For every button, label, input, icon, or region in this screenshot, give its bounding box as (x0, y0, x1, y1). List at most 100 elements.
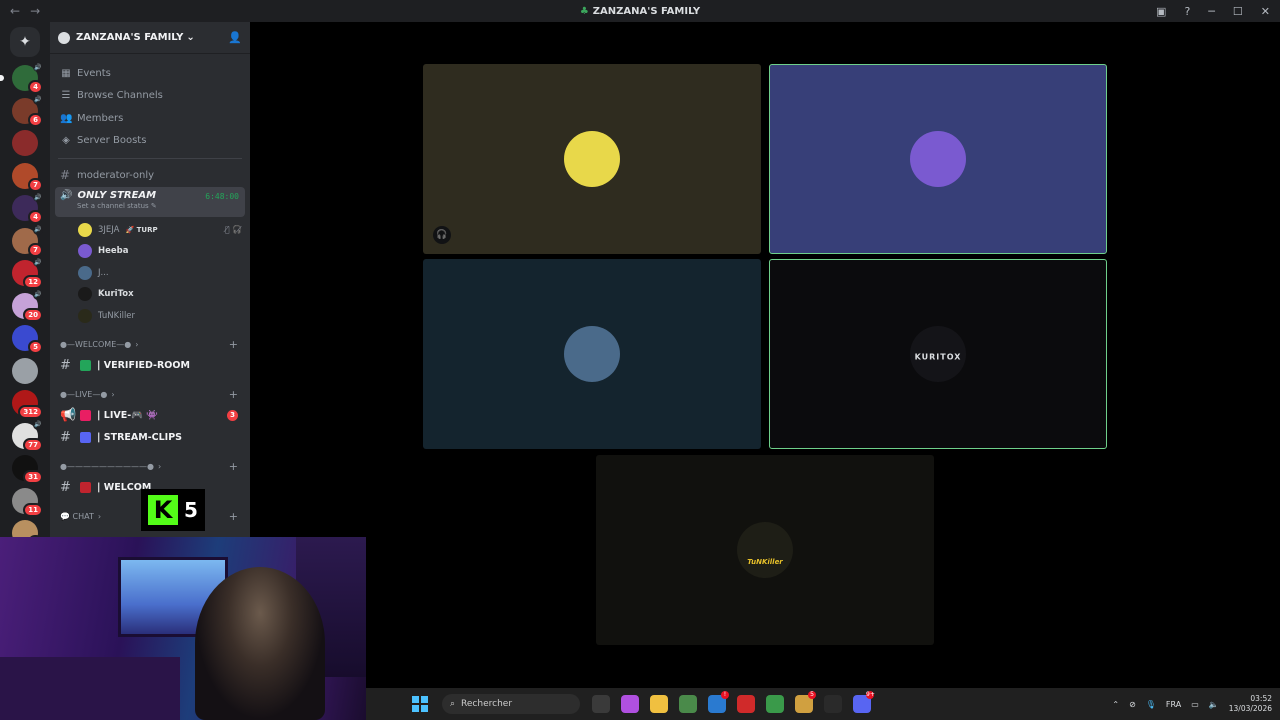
avatar-logo-text: KURITOX (914, 352, 962, 362)
text-channel[interactable]: 📢 | LIVE-🎮 👾 3 (50, 405, 250, 427)
chrome-app-3-icon[interactable]: 5 (795, 691, 816, 713)
server-icon[interactable]: 🔊 4 (0, 62, 43, 94)
menu-server-boosts[interactable]: ◈ Server Boosts (50, 130, 250, 153)
window-title: ♣ ZANZANA'S FAMILY (0, 6, 1280, 17)
heeba-tile[interactable] (769, 64, 1107, 254)
video-stage: 🎧 KURITOX TuNKiller (250, 22, 1280, 688)
category-header[interactable]: ●——————————● › + (50, 457, 250, 477)
channel-status-link[interactable]: Set a channel status ✎ (77, 202, 240, 210)
mention-badge: 11 (23, 502, 43, 517)
user-name: KuriTox (98, 289, 134, 300)
chrome-app-2-icon[interactable] (766, 695, 784, 713)
obs-app-icon[interactable] (824, 695, 842, 713)
camera-off-icon[interactable]: ⊘ (1129, 700, 1136, 709)
category-header[interactable]: ●—WELCOME—● › + (50, 335, 250, 355)
taskbar-search[interactable]: ⌕ Rechercher (442, 694, 580, 714)
server-icon[interactable]: 🔊 7 (12, 224, 43, 257)
add-channel-icon[interactable]: + (229, 460, 238, 473)
hash-icon: # (60, 358, 71, 373)
text-channel[interactable]: # | STREAM-CLIPS (50, 427, 250, 449)
participant-avatar (910, 131, 966, 187)
microphone-icon[interactable]: 🎙 (1146, 700, 1156, 709)
server-icon[interactable] (12, 130, 38, 156)
back-arrow-icon[interactable]: ← (10, 4, 20, 18)
mention-badge: 7 (28, 177, 43, 192)
windows-start-icon[interactable] (412, 696, 428, 712)
server-icon[interactable]: 11 (12, 487, 43, 517)
participant-avatar (737, 522, 793, 578)
copilot-app-icon[interactable] (621, 695, 639, 713)
taskbar-apps: ! 5 9+ (592, 691, 875, 713)
volume-icon[interactable]: 🔈 (1209, 700, 1219, 709)
chrome-app-icon[interactable] (679, 695, 697, 713)
speaker-icon: 🔊 (33, 289, 43, 300)
system-tray: ⌃ ⊘ 🎙 FRA ▭ 🔈 03:52 13/03/2026 (1112, 688, 1272, 720)
store-app-icon[interactable]: ! (708, 691, 729, 713)
kuritox-tile[interactable]: KURITOX (769, 259, 1107, 449)
server-icon[interactable]: 🔊 6 (12, 94, 43, 127)
clock[interactable]: 03:52 13/03/2026 (1229, 694, 1272, 714)
server-icon[interactable]: 3 (12, 520, 43, 537)
server-header[interactable]: ZANZANA'S FAMILY ⌄ 👤 (50, 22, 250, 54)
speaker-icon: 🔊 (33, 224, 43, 235)
server-icon[interactable]: 🔊 4 (12, 192, 43, 224)
display-icon[interactable]: ▭ (1191, 700, 1199, 709)
chevron-up-icon[interactable]: ⌃ (1112, 700, 1119, 709)
language-indicator[interactable]: FRA (1166, 700, 1181, 709)
participant-avatar (564, 326, 620, 382)
discord-app-icon[interactable]: 9+ (853, 691, 875, 713)
server-icon[interactable]: 🔊 20 (12, 289, 43, 322)
menu-events[interactable]: ▦ Events (50, 62, 250, 85)
inbox-icon[interactable]: ▣ (1156, 5, 1166, 18)
voice-user[interactable]: J... (50, 262, 250, 284)
notification-badge: ! (721, 691, 729, 699)
wps-app-icon[interactable] (737, 695, 755, 713)
3jeja-tile[interactable]: 🎧 (423, 64, 761, 254)
user-tag: 🚀 TURP (125, 225, 158, 234)
avatar (78, 222, 92, 237)
voice-user[interactable]: 3JEJA 🚀 TURP 🎙̸ 🎧̸ (50, 219, 250, 241)
voice-channel-only-stream[interactable]: 🔊 ONLY STREAM 6:48:00 Set a channel statu… (55, 187, 245, 217)
windows-taskbar: ⌕ Rechercher ! 5 9+ ⌃ ⊘ 🎙 FRA ▭ 🔈 03:52 13/… (366, 688, 1280, 720)
server-icon[interactable] (12, 357, 38, 384)
menu-label: Server Boosts (77, 135, 147, 147)
forward-arrow-icon[interactable]: → (30, 4, 40, 18)
voice-user[interactable]: KuriTox (50, 284, 250, 306)
voice-user[interactable]: Heeba (50, 241, 250, 263)
menu-members[interactable]: 👥 Members (50, 107, 250, 130)
help-icon[interactable]: ? (1184, 5, 1190, 18)
invite-people-icon[interactable]: 👤 (228, 31, 242, 44)
discord-home-icon[interactable]: ✦ (10, 27, 40, 57)
channel-moderator-only[interactable]: # moderator-only (50, 165, 250, 185)
speaker-icon: 🔊 (33, 62, 43, 72)
user-name: Heeba (98, 246, 129, 257)
j-tile[interactable] (423, 259, 761, 449)
folder-app-icon[interactable] (650, 695, 668, 713)
chevron-right-icon: › (111, 390, 115, 399)
server-icon[interactable]: 5 (12, 325, 43, 354)
server-icon[interactable]: 🔊 12 (12, 257, 43, 289)
add-channel-icon[interactable]: + (229, 510, 238, 523)
server-icon[interactable]: 312 (12, 390, 43, 419)
server-icon[interactable]: 🔊 77 (12, 419, 43, 452)
maximize-icon[interactable]: ☐ (1233, 5, 1243, 18)
add-channel-icon[interactable]: + (229, 338, 238, 351)
clock-time: 03:52 (1250, 694, 1272, 703)
add-channel-icon[interactable]: + (229, 388, 238, 401)
chevron-right-icon: › (157, 462, 162, 471)
menu-browse-channels[interactable]: ☰ Browse Channels (50, 85, 250, 108)
server-menu: ▦ Events ☰ Browse Channels 👥 Members ◈ Server B… (50, 62, 250, 152)
file-explorer-app-icon[interactable] (592, 695, 610, 713)
channel-emoji-icon (80, 432, 91, 443)
text-channel[interactable]: # | VERIFIED-ROOM (50, 355, 250, 377)
voice-user[interactable]: TuNKiller (50, 305, 250, 327)
server-icon[interactable]: 31 (12, 455, 43, 484)
category-header[interactable]: ●—LIVE—● › + (50, 385, 250, 405)
channel-label: | STREAM-CLIPS (97, 432, 183, 443)
server-icon[interactable]: 7 (12, 162, 43, 192)
close-icon[interactable]: ✕ (1261, 5, 1270, 18)
avatar (78, 244, 92, 259)
minimize-icon[interactable]: ─ (1208, 5, 1215, 18)
tunkiller-tile[interactable]: TuNKiller (596, 455, 934, 645)
mute-deafen-icon: 🎙̸ 🎧̸ (224, 225, 242, 235)
